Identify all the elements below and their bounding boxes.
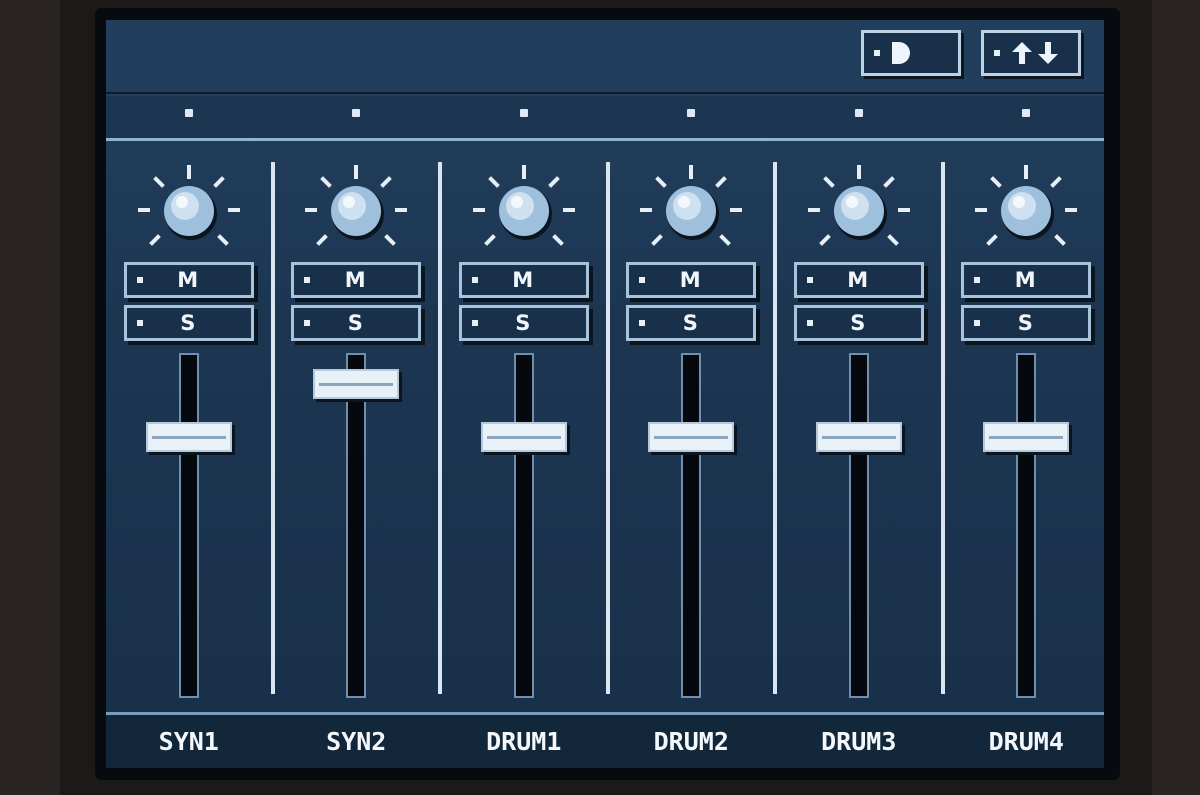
fader-handle[interactable] [145,422,232,453]
fader-handle[interactable] [480,422,567,453]
channel-indicator-icon [352,109,361,117]
pan-knob[interactable] [469,165,579,255]
channel-divider [270,162,275,694]
led-dot-icon [994,50,1000,56]
channel-name: DRUM2 [653,727,729,756]
solo-button[interactable]: S [626,305,757,341]
fader-track[interactable] [346,353,367,698]
pan-knob[interactable] [804,165,914,255]
play-button[interactable] [861,30,961,76]
pan-knob[interactable] [134,165,244,255]
channel-indicator-icon [1022,109,1031,117]
pan-knob[interactable] [301,165,411,255]
fader-track[interactable] [681,353,702,698]
mute-label: M [344,268,366,292]
solo-button[interactable]: S [291,305,422,341]
solo-label: S [682,311,698,335]
led-dot-icon [874,50,880,56]
mute-label: M [177,268,199,292]
fader-handle[interactable] [648,422,735,453]
solo-label: S [850,311,866,335]
channel-indicator-icon [687,109,696,117]
channel-name: SYN1 [158,727,219,756]
fader-track[interactable] [178,353,199,698]
top-toolbar [106,20,1104,94]
channel-divider [773,162,777,694]
play-half-icon [892,42,910,64]
solo-label: S [1017,311,1033,335]
channel-name: DRUM3 [821,727,897,756]
channel-divider [438,162,442,694]
channel-indicator-strip [106,96,1104,141]
pan-knob[interactable] [971,165,1081,255]
fader-handle[interactable] [983,422,1070,453]
mute-label: M [847,268,869,292]
fader-handle[interactable] [815,422,902,453]
mute-label: M [679,268,701,292]
channel-name: SYN2 [326,727,387,756]
mute-label: M [1014,268,1036,292]
solo-label: S [515,311,531,335]
solo-label: S [347,311,363,335]
mute-button[interactable]: M [626,262,757,298]
channel-divider [940,162,945,694]
solo-button[interactable]: S [961,305,1092,341]
up-down-button[interactable] [981,30,1081,76]
mute-button[interactable]: M [458,262,589,298]
channel-indicator-icon [519,109,528,117]
channel-divider [605,162,610,694]
channel-name: DRUM1 [486,727,562,756]
up-down-arrows-icon [1012,42,1058,64]
fader-track[interactable] [848,353,869,698]
channel-indicator-icon [854,109,863,117]
channel-name-bar: SYN1 SYN2 DRUM1 DRUM2 DRUM3 DRUM4 [106,712,1104,768]
mixer-display: SYN1 SYN2 DRUM1 DRUM2 DRUM3 DRUM4 MSMSMSMSMSM… [106,20,1104,768]
pan-knob[interactable] [636,165,746,255]
fader-track[interactable] [513,353,534,698]
channel-indicator-icon [184,109,193,117]
mute-button[interactable]: M [291,262,422,298]
solo-button[interactable]: S [793,305,924,341]
solo-button[interactable]: S [458,305,589,341]
mute-button[interactable]: M [123,262,254,298]
mute-button[interactable]: M [961,262,1092,298]
solo-button[interactable]: S [123,305,254,341]
mute-label: M [512,268,534,292]
solo-label: S [180,311,196,335]
channel-name: DRUM4 [988,727,1064,756]
fader-handle[interactable] [313,368,400,399]
mute-button[interactable]: M [793,262,924,298]
fader-track[interactable] [1016,353,1037,698]
